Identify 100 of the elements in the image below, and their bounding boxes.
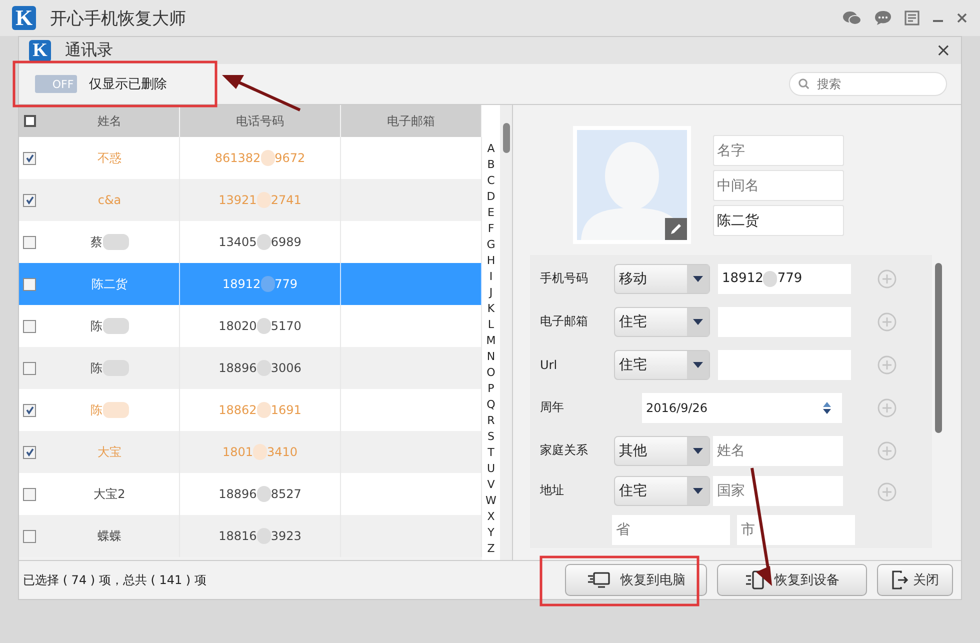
table-cell: 9672 [274,151,306,165]
scrollbar-thumb[interactable] [502,123,510,153]
row-checkbox[interactable] [23,362,36,374]
close-button[interactable]: × [932,40,955,61]
index-letter[interactable]: K [487,301,495,317]
index-letter[interactable]: Z [487,541,495,557]
table-cell: 陈 [90,402,102,418]
field-label: 地址 [539,482,565,499]
table-cell: 18912 [222,277,261,291]
index-letter[interactable]: G [486,237,496,253]
action-button[interactable]: 恢复到设备 [717,564,867,596]
index-letter[interactable]: S [488,429,494,445]
exit-icon [891,570,909,590]
blur-patch [256,486,271,502]
index-letter[interactable]: L [488,317,494,333]
index-letter[interactable]: E [488,205,494,221]
app-logo: K [12,6,36,30]
index-letter[interactable]: W [486,493,496,509]
table-row[interactable]: 大宝2 18896 8527 [19,473,482,515]
spinner-icon[interactable] [822,400,832,416]
table-cell: 18816 [218,529,257,543]
index-letter[interactable]: J [489,285,493,301]
action-button[interactable]: 关闭 [877,564,953,596]
table-cell: 6989 [270,235,302,249]
type-dropdown[interactable]: 住宅 [614,476,710,506]
index-letter[interactable]: V [487,477,495,493]
index-letter[interactable]: T [488,445,494,461]
table-cell: 陈 [90,318,102,334]
index-letter[interactable]: U [486,461,496,477]
field-label: Url [539,358,558,372]
table-cell: 13921 [218,193,257,207]
index-letter[interactable]: F [488,221,494,237]
date-field[interactable]: 2016/9/26 [642,392,842,422]
table-cell: 18862 [218,403,257,417]
index-letter[interactable]: X [487,509,495,525]
input-field[interactable]: 姓名 [713,436,843,466]
close-icon[interactable] [956,12,968,24]
table-cell: 大宝 [98,444,122,460]
row-checkbox[interactable] [23,446,36,458]
index-letter[interactable]: D [486,189,496,205]
index-letter[interactable]: I [489,269,493,285]
table-cell: 蔡 [90,234,102,250]
index-letter[interactable]: M [486,333,496,349]
note-icon[interactable] [904,10,920,26]
row-checkbox[interactable] [23,320,36,332]
table-row[interactable]: 陈 18020 5170 [19,305,482,347]
caret-icon [693,448,703,454]
name-field[interactable]: 陈二货 [713,205,844,236]
index-letter[interactable]: Q [486,397,496,413]
row-checkbox[interactable] [23,236,36,248]
chat-icon[interactable] [874,10,892,26]
index-letter[interactable]: A [487,141,495,157]
table-cell: 1691 [270,403,302,417]
type-dropdown[interactable]: 其他 [614,436,710,466]
input-field[interactable]: 国家 [713,476,843,506]
caret-icon [693,276,703,282]
name-field[interactable]: 中间名 [713,170,844,201]
edit-icon[interactable] [665,218,687,240]
action-button[interactable]: 恢复到电脑 [565,564,707,596]
search-field[interactable]: 搜索 [789,72,947,96]
table-cell: 大宝2 [94,486,126,502]
row-checkbox[interactable] [23,278,36,290]
search-icon [798,78,810,90]
table-cell: 蝶蝶 [98,528,122,544]
index-letter[interactable]: H [486,253,496,269]
table-cell: 779 [274,277,298,291]
blur-patch [256,402,271,418]
row-checkbox[interactable] [23,152,36,164]
index-letter[interactable]: Y [488,525,494,541]
dialog-logo: K [29,40,51,62]
index-letter[interactable]: N [486,349,496,365]
index-letter[interactable]: C [487,173,495,189]
table-cell: 3923 [270,529,302,543]
index-letter[interactable]: R [487,413,495,429]
index-letter[interactable]: P [488,381,494,397]
index-letter[interactable]: O [486,365,496,381]
row-checkbox[interactable] [23,530,36,542]
input-field[interactable]: 省 [612,515,730,545]
blur-patch [256,234,271,250]
type-dropdown[interactable]: 住宅 [614,306,710,336]
select-all-checkbox[interactable] [24,115,36,127]
row-checkbox[interactable] [23,488,36,500]
phone-field[interactable]: 18912 779 [718,264,851,294]
name-field[interactable]: 名字 [713,135,844,166]
table-cell: 陈 [90,360,102,376]
type-dropdown[interactable]: 住宅 [614,350,710,380]
scrollbar-thumb[interactable] [934,263,942,433]
monitor-icon [586,571,610,589]
status-text: 已选择 ( 74 ) 项，总共 ( 141 ) 项 [22,572,206,588]
index-letter[interactable]: B [487,157,495,173]
table-row[interactable]: 蔡 13405 6989 [19,221,482,263]
input-field[interactable]: 市 [737,515,855,545]
table-cell: c&a [98,193,122,207]
table-cell: 3006 [270,361,302,375]
table-cell: 2741 [270,193,302,207]
row-checkbox[interactable] [23,404,36,416]
type-dropdown[interactable]: 移动 [614,264,710,294]
table-cell: 861382 [214,151,261,165]
window-title: 开心手机恢复大师 [50,8,186,30]
row-checkbox[interactable] [23,194,36,206]
